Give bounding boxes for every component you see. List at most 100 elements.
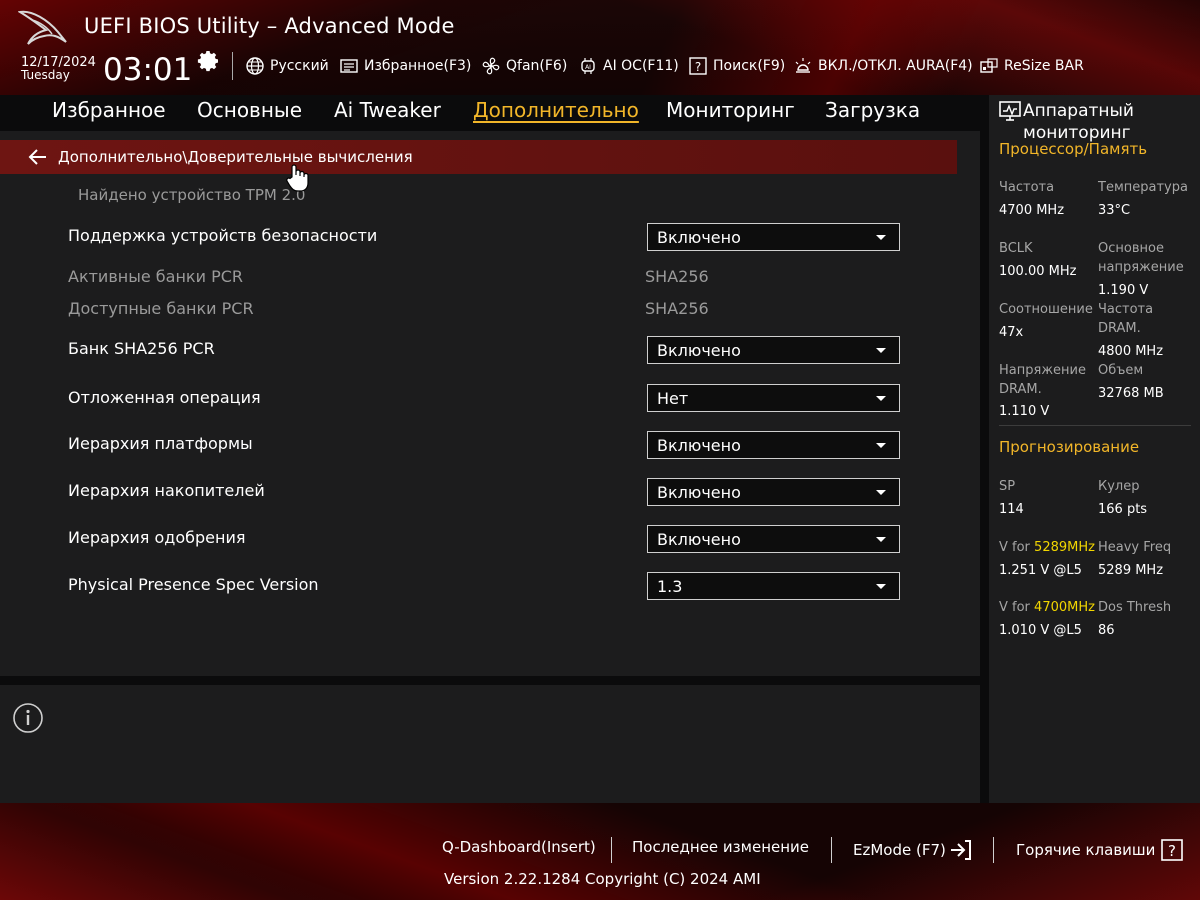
v-for-frequency: 4700MHz — [1034, 600, 1095, 615]
breadcrumb[interactable]: Дополнительно\Доверительные вычисления — [0, 140, 957, 174]
fan-icon — [482, 57, 500, 75]
qfan-button[interactable]: Qfan(F6) — [481, 55, 567, 77]
v-for-prefix: V for — [999, 540, 1030, 555]
dos-thresh-label: Dos Thresh — [1098, 600, 1172, 615]
storage-hierarchy-label: Иерархия накопителей — [68, 481, 265, 500]
ai-oc-button[interactable]: AI AI OC(F11) — [578, 55, 679, 77]
search-label: Поиск(F9) — [713, 58, 786, 74]
help-info-panel — [0, 685, 980, 803]
v-for-prefix: V for — [999, 600, 1030, 615]
caret-down-icon — [876, 443, 886, 448]
security-device-support-dropdown[interactable]: Включено — [647, 223, 900, 251]
v-for-freq-2-value: 1.010 V @L5 — [999, 623, 1082, 638]
sha256-pcr-bank-label: Банк SHA256 PCR — [68, 339, 215, 358]
rog-logo-icon — [18, 10, 67, 45]
question-box-icon: ? — [1161, 839, 1184, 861]
hotkeys-button[interactable]: Горячие клавиши ? — [1016, 838, 1184, 862]
caret-down-icon — [876, 490, 886, 495]
tab-favorites[interactable]: Избранное — [52, 98, 166, 122]
footer-divider — [993, 837, 994, 863]
endorsement-hierarchy-dropdown[interactable]: Включено — [647, 525, 900, 553]
hotkeys-label: Горячие клавиши — [1016, 841, 1156, 859]
cpu-memory-section-title: Процессор/Память — [999, 140, 1148, 158]
breadcrumb-path: Дополнительно\Доверительные вычисления — [58, 148, 413, 166]
bclk-value: 100.00 MHz — [999, 264, 1077, 279]
sp-value: 114 — [999, 502, 1024, 517]
aura-toggle-button[interactable]: ВКЛ./ОТКЛ. AURA(F4) — [793, 55, 973, 77]
globe-icon — [246, 57, 264, 75]
cpu-temperature-label: Температура — [1098, 180, 1188, 195]
tab-ai-tweaker[interactable]: Ai Tweaker — [334, 98, 441, 122]
available-pcr-banks-value: SHA256 — [645, 299, 709, 318]
svg-text:?: ? — [1168, 842, 1176, 860]
last-change-button[interactable]: Последнее изменение — [632, 838, 809, 856]
v-for-frequency: 5289MHz — [1034, 540, 1095, 555]
pending-operation-label: Отложенная операция — [68, 388, 261, 407]
ezmode-label: EzMode (F7) — [853, 841, 946, 859]
tab-main[interactable]: Основные — [197, 98, 302, 122]
dram-frequency-value: 4800 MHz — [1098, 344, 1164, 359]
ezmode-button[interactable]: EzMode (F7) — [853, 838, 973, 862]
settings-panel: Дополнительно\Доверительные вычисления Н… — [0, 131, 980, 676]
storage-hierarchy-dropdown[interactable]: Включено — [647, 478, 900, 506]
app-title: UEFI BIOS Utility – Advanced Mode — [84, 14, 455, 38]
sha256-pcr-bank-dropdown[interactable]: Включено — [647, 336, 900, 364]
back-arrow-icon[interactable] — [28, 148, 48, 166]
search-button[interactable]: ? Поиск(F9) — [688, 55, 785, 77]
qfan-label: Qfan(F6) — [506, 58, 568, 74]
gear-icon[interactable] — [197, 49, 221, 73]
endorsement-hierarchy-label: Иерархия одобрения — [68, 528, 246, 547]
favorites-button[interactable]: Избранное(F3) — [339, 55, 471, 77]
caret-down-icon — [876, 348, 886, 353]
dropdown-value: Включено — [657, 341, 741, 360]
q-dashboard-button[interactable]: Q-Dashboard(Insert) — [442, 838, 596, 856]
active-pcr-banks-label: Активные банки PCR — [68, 267, 243, 286]
memory-capacity-label: Объем — [1098, 363, 1144, 378]
memory-capacity-value: 32768 MB — [1098, 386, 1164, 401]
footer-divider — [831, 837, 832, 863]
tab-advanced[interactable]: Дополнительно — [473, 98, 639, 122]
dropdown-value: Включено — [657, 228, 741, 247]
core-voltage-value: 1.190 V — [1098, 283, 1149, 298]
pending-operation-dropdown[interactable]: Нет — [647, 384, 900, 412]
tpm-device-note: Найдено устройство TPM 2.0 — [78, 186, 306, 204]
sp-label: SP — [999, 479, 1016, 494]
ai-oc-label: AI OC(F11) — [603, 58, 679, 74]
favorites-icon — [340, 59, 358, 73]
cpu-frequency-label: Частота — [999, 180, 1055, 195]
dram-voltage-label: Напряжение DRAM. — [999, 363, 1086, 397]
language-button[interactable]: Русский — [245, 55, 329, 77]
bclk-label: BCLK — [999, 241, 1033, 256]
weekday-display: Tuesday — [21, 68, 70, 82]
cpu-temperature-value: 33°C — [1098, 203, 1131, 218]
dropdown-value: Включено — [657, 483, 741, 502]
available-pcr-banks-label: Доступные банки PCR — [68, 299, 254, 318]
language-label: Русский — [270, 58, 329, 74]
info-icon — [13, 703, 43, 733]
heavy-freq-value: 5289 MHz — [1098, 563, 1164, 578]
platform-hierarchy-label: Иерархия платформы — [68, 434, 253, 453]
dropdown-value: 1.3 — [657, 577, 683, 596]
tab-monitor[interactable]: Мониторинг — [666, 98, 795, 122]
hw-divider — [999, 425, 1191, 426]
ratio-label: Соотношение — [999, 302, 1093, 317]
cooler-label: Кулер — [1098, 479, 1140, 494]
hand-pointer-icon — [286, 164, 309, 192]
clock-display[interactable]: 03:01 — [103, 52, 192, 88]
platform-hierarchy-dropdown[interactable]: Включено — [647, 431, 900, 459]
favorites-label: Избранное(F3) — [364, 58, 472, 74]
dropdown-value: Включено — [657, 436, 741, 455]
security-device-support-label: Поддержка устройств безопасности — [68, 226, 378, 245]
tab-boot[interactable]: Загрузка — [825, 98, 920, 122]
v-for-freq-1-label: V for 5289MHz — [999, 538, 1095, 557]
svg-text:AI: AI — [585, 64, 591, 71]
v-for-freq-2-label: V for 4700MHz — [999, 598, 1095, 617]
header-divider — [232, 52, 233, 80]
version-text: Version 2.22.1284 Copyright (C) 2024 AMI — [444, 870, 761, 888]
resize-bar-button[interactable]: ReSize BAR — [979, 55, 1084, 77]
resize-bar-icon — [980, 58, 998, 73]
cpu-frequency-value: 4700 MHz — [999, 203, 1065, 218]
footer-divider — [611, 837, 612, 863]
physical-presence-spec-dropdown[interactable]: 1.3 — [647, 572, 900, 600]
active-pcr-banks-value: SHA256 — [645, 267, 709, 286]
